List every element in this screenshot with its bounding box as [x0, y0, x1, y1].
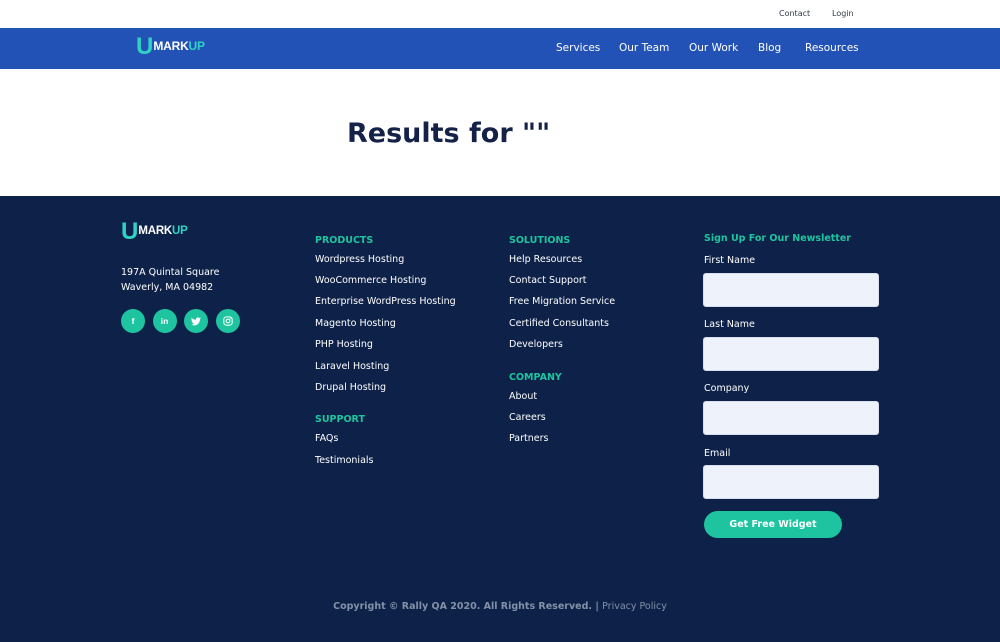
header-logo[interactable]: U MARK UP [136, 35, 205, 59]
login-link[interactable]: Login [832, 9, 854, 18]
site-footer: U MARK UP 197A Quintal Square Waverly, M… [0, 196, 1000, 642]
copyright-text: Copyright © Rally QA 2020. All Rights Re… [333, 601, 593, 612]
address-line-1: 197A Quintal Square [121, 267, 220, 278]
nav-item-services[interactable]: Services [556, 42, 600, 54]
newsletter-title: Sign Up For Our Newsletter [704, 233, 851, 244]
footer-link[interactable]: Drupal Hosting [315, 382, 386, 393]
first-name-label: First Name [704, 255, 756, 266]
footer-link[interactable]: Help Resources [509, 254, 582, 265]
solutions-heading: SOLUTIONS [509, 235, 571, 246]
footer-link[interactable]: Testimonials [315, 455, 373, 466]
email-field[interactable] [703, 465, 879, 499]
products-heading: PRODUCTS [315, 235, 374, 246]
instagram-glyph [222, 316, 233, 326]
footer-link[interactable]: Laravel Hosting [315, 361, 389, 372]
first-name-field[interactable] [703, 273, 879, 307]
footer-link[interactable]: FAQs [315, 433, 338, 444]
get-free-widget-button[interactable]: Get Free Widget [704, 511, 842, 538]
footer-link[interactable]: Wordpress Hosting [315, 254, 404, 265]
footer-logo[interactable]: U MARK UP [121, 220, 188, 244]
footer-link[interactable]: Free Migration Service [509, 296, 615, 307]
company-label: Company [704, 383, 750, 394]
logo-mark-text: MARK [153, 39, 189, 53]
company-address: 197A Quintal Square Waverly, MA 04982 [121, 266, 219, 295]
page-title: Results for "" [347, 118, 551, 149]
logo-up-text: UP [172, 224, 188, 237]
nav-item-blog[interactable]: Blog [758, 42, 781, 54]
nav-item-resources[interactable]: Resources [805, 42, 859, 54]
footer-link[interactable]: Careers [509, 412, 546, 423]
nav-item-our-team[interactable]: Our Team [619, 42, 669, 54]
twitter-icon[interactable] [184, 309, 208, 333]
footer-link[interactable]: WooCommerce Hosting [315, 275, 426, 286]
top-utility-bar: Contact Login [0, 0, 1000, 28]
copyright-line: Copyright © Rally QA 2020. All Rights Re… [0, 601, 1000, 612]
footer-link[interactable]: Contact Support [509, 275, 587, 286]
instagram-icon[interactable] [215, 309, 240, 333]
privacy-policy-link[interactable]: Privacy Policy [602, 601, 667, 612]
address-line-2: Waverly, MA 04982 [121, 281, 214, 293]
main-navbar: U MARK UP Services Our Team Our Work Blo… [0, 28, 1000, 69]
logo-up-text: UP [188, 39, 205, 53]
support-heading: SUPPORT [315, 414, 365, 425]
facebook-icon[interactable]: f [121, 309, 145, 333]
twitter-bird-glyph [191, 316, 201, 325]
copyright-separator: | [595, 601, 599, 612]
footer-link[interactable]: PHP Hosting [315, 339, 373, 350]
logo-mark-text: MARK [138, 224, 173, 237]
company-field[interactable] [703, 401, 879, 435]
footer-link[interactable]: Partners [509, 433, 548, 444]
footer-link[interactable]: Certified Consultants [509, 318, 609, 329]
footer-link[interactable]: Enterprise WordPress Hosting [315, 296, 456, 307]
logo-u-glyph: U [121, 218, 139, 245]
last-name-label: Last Name [704, 319, 755, 330]
nav-item-our-work[interactable]: Our Work [689, 42, 738, 54]
logo-u-glyph: U [136, 33, 154, 60]
linkedin-icon[interactable]: in [152, 309, 177, 333]
last-name-field[interactable] [703, 337, 879, 371]
footer-link[interactable]: Magento Hosting [315, 318, 396, 329]
footer-link[interactable]: About [509, 391, 537, 402]
footer-link[interactable]: Developers [509, 339, 563, 350]
contact-link[interactable]: Contact [779, 9, 810, 18]
company-heading: COMPANY [509, 372, 562, 383]
email-label: Email [704, 448, 731, 459]
social-links: f in [121, 309, 240, 333]
